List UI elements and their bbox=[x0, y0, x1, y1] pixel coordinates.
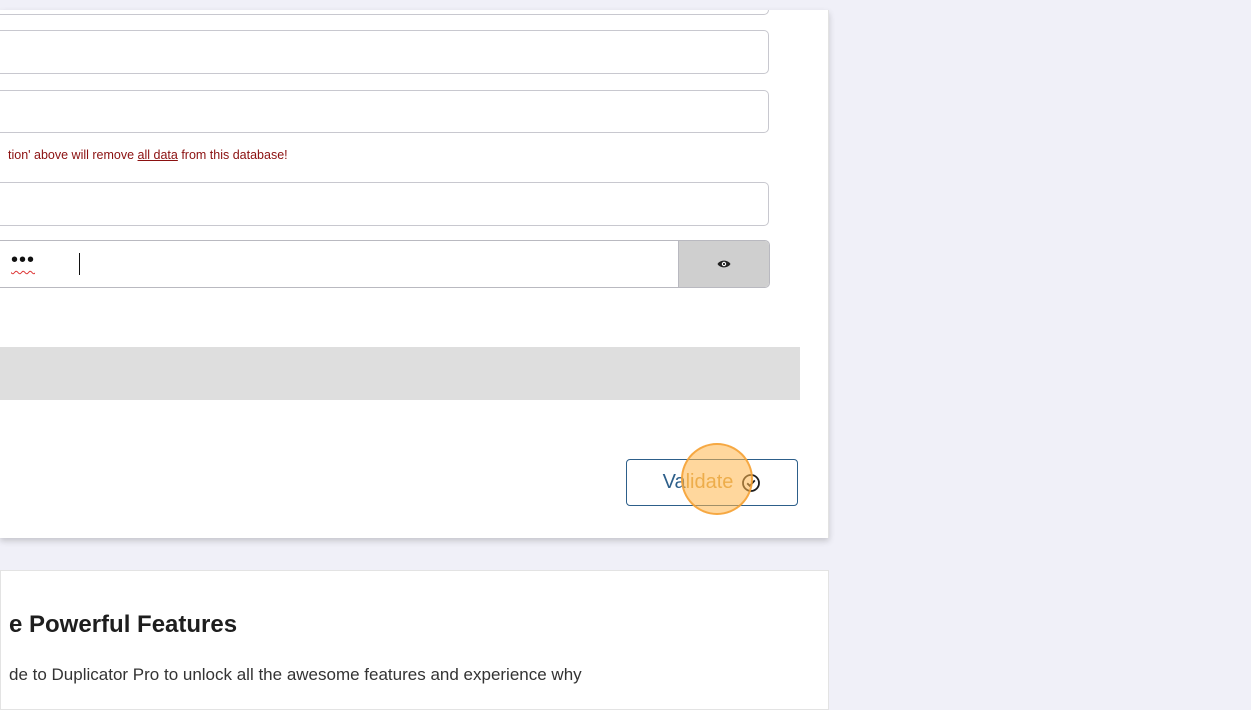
password-field-group: ••• bbox=[0, 240, 770, 288]
text-input-2[interactable] bbox=[0, 90, 769, 133]
validate-button[interactable]: Validate bbox=[626, 459, 798, 506]
warning-all-data-text: all data bbox=[137, 148, 178, 162]
result-bar bbox=[0, 347, 800, 400]
warning-suffix: from this database! bbox=[177, 148, 288, 162]
text-input-1[interactable] bbox=[0, 30, 769, 74]
password-input[interactable]: ••• bbox=[11, 249, 35, 272]
upgrade-promo-card: e Powerful Features de to Duplicator Pro… bbox=[0, 570, 829, 710]
check-circle-icon bbox=[742, 473, 761, 492]
data-removal-warning: tion' above will remove all data from th… bbox=[8, 148, 288, 162]
eye-icon bbox=[717, 260, 731, 268]
promo-text: de to Duplicator Pro to unlock all the a… bbox=[9, 665, 582, 684]
text-input-3[interactable] bbox=[0, 182, 769, 226]
text-caret bbox=[79, 253, 80, 275]
database-settings-panel: tion' above will remove all data from th… bbox=[0, 10, 829, 538]
validate-label: Validate bbox=[662, 471, 734, 493]
text-input-top[interactable] bbox=[0, 10, 769, 15]
promo-title: e Powerful Features bbox=[9, 611, 238, 638]
warning-prefix: tion' above will remove bbox=[8, 148, 138, 162]
show-password-button[interactable] bbox=[678, 241, 769, 287]
